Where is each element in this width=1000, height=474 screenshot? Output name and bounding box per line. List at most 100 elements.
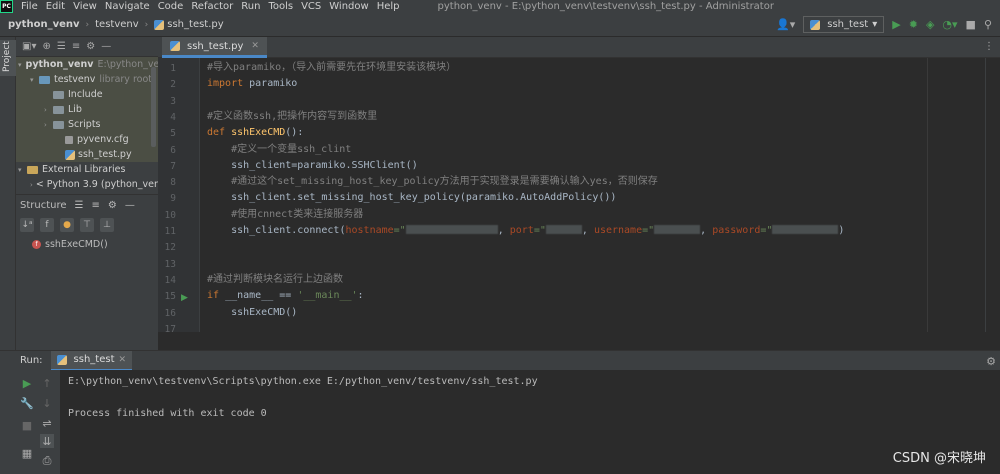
- run-toolbar: ▶ ↑ 🔧 ↓ ■ ⇌ ⇊ ▦ ⎙: [16, 370, 60, 474]
- console-output[interactable]: E:\python_venv\testvenv\Scripts\python.e…: [60, 370, 1000, 474]
- stop-icon[interactable]: ■: [966, 18, 976, 31]
- gear-icon[interactable]: ⚙: [986, 355, 996, 368]
- print-icon[interactable]: ⎙: [40, 454, 54, 468]
- code-line: def sshExeCMD():: [207, 125, 303, 141]
- close-icon[interactable]: ✕: [119, 355, 127, 365]
- chevron-icon[interactable]: ▾: [18, 61, 22, 69]
- hide-icon[interactable]: —: [101, 41, 111, 52]
- wrench-icon[interactable]: 🔧: [20, 396, 34, 410]
- gear-icon[interactable]: ⚙: [86, 41, 95, 52]
- menu-tools[interactable]: Tools: [268, 1, 293, 12]
- user-icon[interactable]: 👤▾: [776, 18, 795, 31]
- collapse-all-icon[interactable]: ≡: [72, 41, 80, 52]
- up-arrow-icon[interactable]: ↑: [40, 376, 54, 390]
- coverage-icon[interactable]: ◈: [926, 18, 934, 31]
- tree-item[interactable]: Include: [16, 87, 158, 102]
- sort-alpha-icon[interactable]: ↓ᵃ: [20, 218, 34, 232]
- tree-item[interactable]: pyvenv.cfg: [16, 132, 158, 147]
- code-keyword: if: [207, 290, 220, 302]
- run-configuration-select[interactable]: ssh_test ▾: [803, 16, 885, 33]
- code-token: sshExeCMD(): [207, 306, 298, 318]
- structure-item[interactable]: f sshExeCMD(): [16, 239, 158, 250]
- search-icon[interactable]: ⚲: [984, 18, 992, 31]
- scroll-to-end-icon[interactable]: ⇊: [40, 434, 54, 448]
- editor-menu-icon[interactable]: ⋮: [984, 41, 994, 52]
- scrollbar[interactable]: [151, 67, 156, 147]
- down-arrow-icon[interactable]: ↓: [40, 396, 54, 410]
- line-number: 3: [170, 95, 176, 107]
- debug-icon[interactable]: ✹: [909, 18, 918, 31]
- expand-all-icon[interactable]: ☰: [57, 41, 66, 52]
- code-token: ,: [700, 225, 713, 236]
- code-token: ssh_client.connect(: [207, 225, 346, 236]
- breadcrumb-folder[interactable]: testvenv: [95, 19, 139, 30]
- autoscroll-icon[interactable]: ⊥: [100, 218, 114, 232]
- line-number: 11: [164, 226, 176, 237]
- code-function-name: sshExeCMD: [225, 127, 286, 139]
- project-view-icon[interactable]: ▣▾: [22, 41, 36, 52]
- menu-code[interactable]: Code: [158, 1, 184, 12]
- menu-help[interactable]: Help: [377, 1, 400, 12]
- menu-window[interactable]: Window: [329, 1, 368, 12]
- profile-icon[interactable]: ◔▾: [942, 18, 957, 31]
- folder-icon: [53, 90, 64, 99]
- code-line: ssh_client.connect(hostname=", port=", u…: [207, 223, 844, 239]
- show-inherited-icon[interactable]: ●: [60, 218, 74, 232]
- menu-view[interactable]: View: [73, 1, 97, 12]
- tree-item-hint: E:\python_venv: [97, 59, 158, 70]
- project-toolbar: ▣▾ ⊕ ☰ ≡ ⚙ —: [16, 37, 158, 57]
- run-icon[interactable]: ▶: [892, 18, 900, 31]
- hide-icon[interactable]: —: [125, 200, 135, 211]
- menu-run[interactable]: Run: [241, 1, 260, 12]
- breadcrumb-project[interactable]: python_venv: [8, 19, 80, 30]
- show-fields-icon[interactable]: f: [40, 218, 54, 232]
- line-number: 14: [164, 274, 176, 286]
- locate-icon[interactable]: ⊕: [42, 41, 50, 52]
- expand-all-icon[interactable]: ☰: [75, 200, 84, 211]
- menu-edit[interactable]: Edit: [46, 1, 65, 12]
- layout-icon[interactable]: ▦: [20, 446, 34, 460]
- run-gutter-icon[interactable]: ▶: [181, 293, 188, 303]
- project-tool-tab[interactable]: Project: [0, 40, 16, 76]
- menu-refactor[interactable]: Refactor: [191, 1, 233, 12]
- tree-item[interactable]: ▾ testvenv library root: [16, 72, 158, 87]
- structure-header: Structure ☰ ≡ ⚙ —: [16, 195, 158, 215]
- tree-item[interactable]: › Lib: [16, 102, 158, 117]
- tab-ssh-test[interactable]: ssh_test.py ✕: [162, 37, 267, 58]
- run-tab-ssh-test[interactable]: ssh_test ✕: [50, 350, 133, 371]
- run-configuration-label: ssh_test: [827, 19, 869, 30]
- rerun-icon[interactable]: ▶: [20, 376, 34, 390]
- code-editor[interactable]: #导入paramiko，（导入前需要先在环境里安装该模块） import para…: [200, 58, 985, 332]
- structure-title: Structure: [20, 199, 67, 211]
- tree-item[interactable]: ssh_test.py: [16, 147, 158, 162]
- filter-icon[interactable]: ⊤: [80, 218, 94, 232]
- tree-item[interactable]: › Scripts: [16, 117, 158, 132]
- line-number: 17: [164, 323, 176, 335]
- tree-item[interactable]: ›< Python 3.9 (python_venv) >: [16, 177, 158, 192]
- chevron-icon[interactable]: ›: [44, 121, 53, 129]
- editor-scrollbar[interactable]: [985, 58, 1000, 332]
- chevron-icon[interactable]: ▾: [18, 166, 27, 174]
- chevron-icon[interactable]: ›: [44, 106, 53, 114]
- tree-item[interactable]: ▾ External Libraries: [16, 162, 158, 177]
- menu-vcs[interactable]: VCS: [301, 1, 321, 12]
- menu-file[interactable]: File: [21, 1, 38, 12]
- editor-tab-bar: ssh_test.py ✕ ⋮: [158, 37, 1000, 58]
- code-line: sshExeCMD(): [207, 305, 297, 321]
- soft-wrap-icon[interactable]: ⇌: [40, 416, 54, 430]
- chevron-icon[interactable]: ▾: [30, 76, 39, 84]
- code-line: import paramiko: [207, 76, 297, 92]
- close-icon[interactable]: ✕: [251, 41, 259, 51]
- gear-icon[interactable]: ⚙: [108, 200, 117, 211]
- structure-item-label: sshExeCMD(): [45, 239, 108, 250]
- python-file-icon: [56, 354, 67, 365]
- stop-icon[interactable]: ■: [20, 418, 34, 432]
- breadcrumb-file[interactable]: ssh_test.py: [167, 19, 223, 30]
- menu-navigate[interactable]: Navigate: [105, 1, 150, 12]
- python-file-icon: [154, 19, 165, 30]
- chevron-icon[interactable]: ›: [30, 181, 33, 189]
- collapse-all-icon[interactable]: ≡: [92, 200, 100, 211]
- run-panel-label: Run:: [20, 355, 43, 366]
- tree-item[interactable]: ▾python_venvE:\python_venv: [16, 57, 158, 72]
- line-number: 16: [164, 307, 176, 319]
